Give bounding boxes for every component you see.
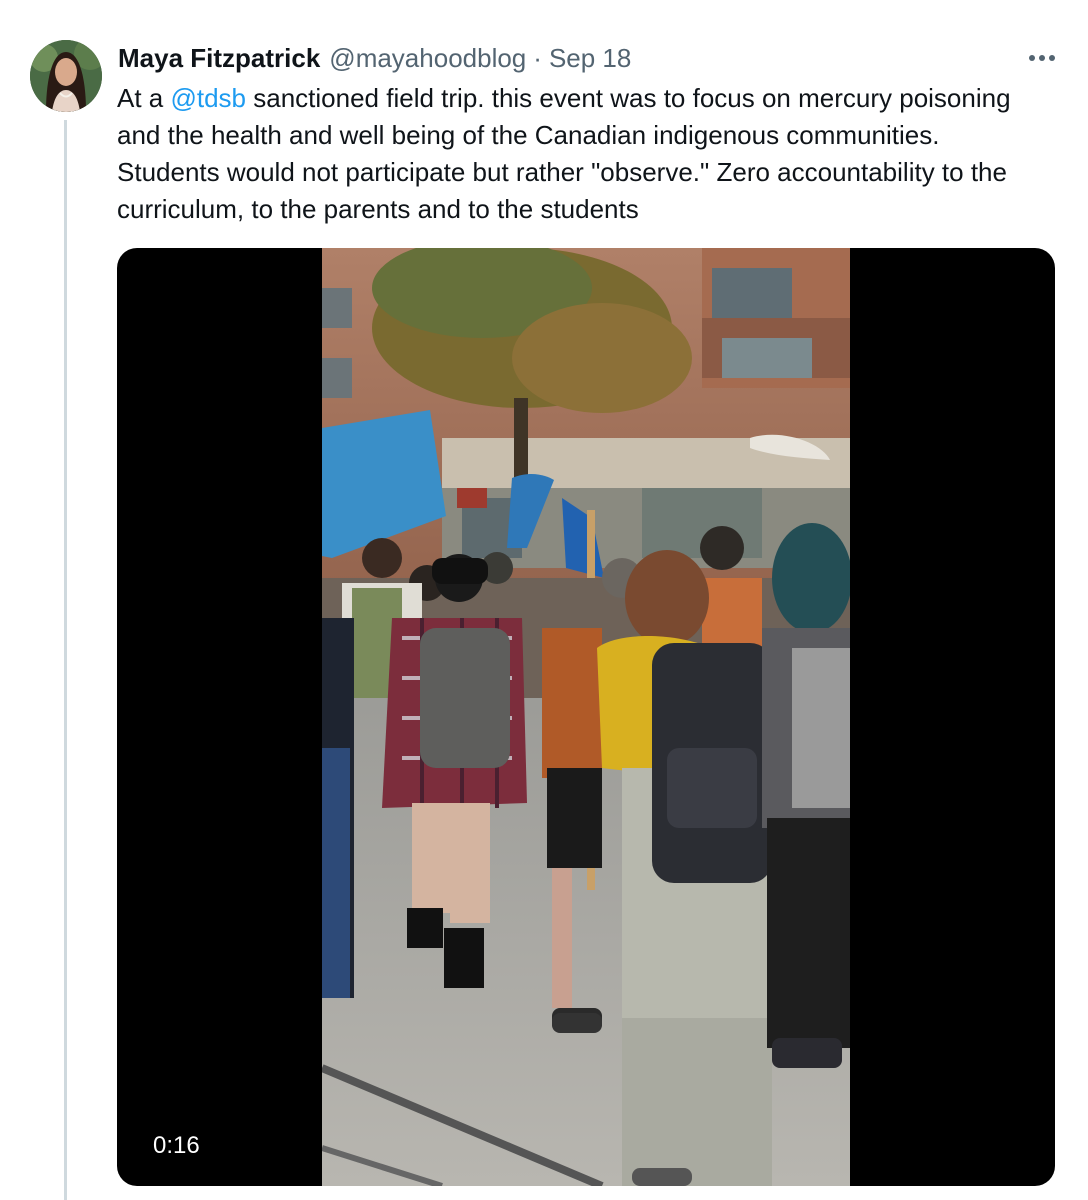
thread-line [64, 120, 67, 1200]
separator-dot: · [533, 43, 542, 73]
tweet-text-rest: sanctioned field trip. this event was to… [117, 83, 1011, 224]
video-frame [322, 248, 850, 1186]
video-player[interactable]: 0:16 [117, 248, 1055, 1186]
author-handle[interactable]: @mayahoodblog [329, 40, 526, 76]
dot [1039, 55, 1045, 61]
video-duration: 0:16 [141, 1130, 212, 1162]
tweet-header: Maya Fitzpatrick @mayahoodblog · Sep 18 [118, 40, 631, 76]
more-horizontal-icon[interactable] [1022, 38, 1062, 78]
tweet-date[interactable]: Sep 18 [549, 40, 631, 76]
tweet-text: At a @tdsb sanctioned field trip. this e… [117, 80, 1047, 228]
tweet[interactable]: Maya Fitzpatrick @mayahoodblog · Sep 18 … [0, 0, 1088, 1200]
mention-link[interactable]: @tdsb [170, 83, 246, 113]
avatar[interactable] [30, 40, 102, 112]
dot [1049, 55, 1055, 61]
author-name[interactable]: Maya Fitzpatrick [118, 40, 320, 76]
dot [1029, 55, 1035, 61]
tweet-text-start: At a [117, 83, 171, 113]
